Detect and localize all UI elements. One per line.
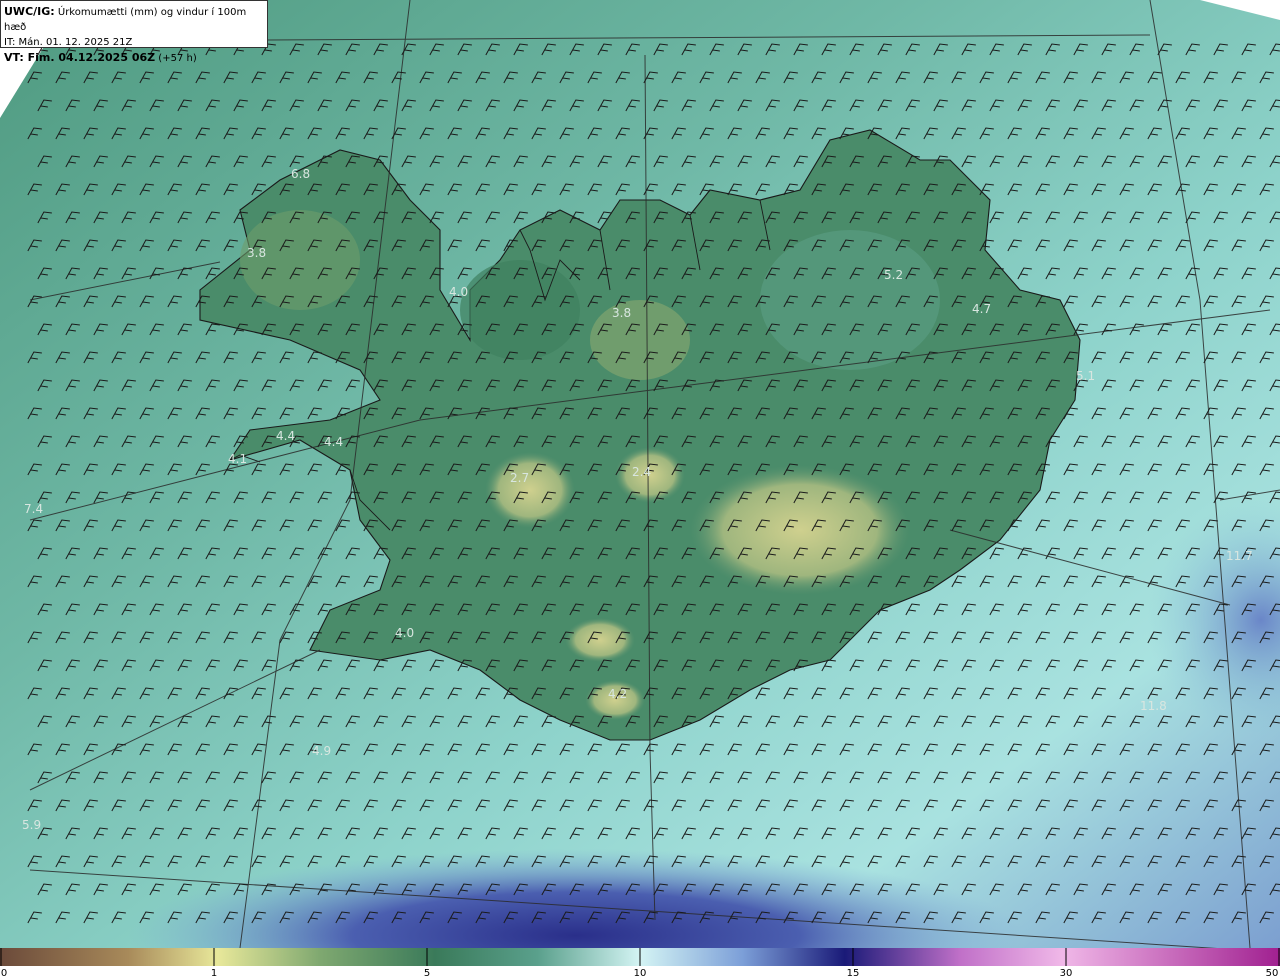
value-label: 4.4 [324, 435, 343, 449]
colorbar: 0 1 5 10 15 30 50 [0, 948, 1280, 978]
map-info-box: UWC/IG: Úrkomumætti (mm) og vindur í 100… [0, 0, 268, 64]
value-label: 3.8 [247, 246, 266, 260]
colorbar-tick: 10 [634, 968, 647, 978]
value-label: 4.1 [228, 452, 247, 466]
value-label: 11.8 [1140, 699, 1167, 713]
model-name: UWC/IG: [4, 5, 55, 18]
value-label: 5.2 [884, 268, 903, 282]
value-label: 3.8 [612, 306, 631, 320]
map-title-line: UWC/IG: Úrkomumætti (mm) og vindur í 100… [4, 4, 264, 35]
value-label: 2.7 [510, 471, 529, 485]
lead-time: (+57 h) [158, 53, 197, 64]
value-label: 5.1 [1076, 369, 1095, 383]
colorbar-tick: 30 [1060, 968, 1073, 978]
value-label: 11.7 [1226, 549, 1253, 563]
value-label: 7.4 [24, 502, 43, 516]
valid-time: VT: Fim. 04.12.2025 06Z [4, 51, 156, 64]
init-time: IT: Mán. 01. 12. 2025 21Z [4, 37, 133, 48]
value-label: 4.7 [972, 302, 991, 316]
colorbar-tick: 5 [424, 968, 430, 978]
value-label: 4.0 [395, 626, 414, 640]
value-label: 4.4 [276, 429, 295, 443]
colorbar-tick: 15 [847, 968, 860, 978]
value-label: 4.2 [608, 687, 627, 701]
value-label: 2.4 [632, 465, 651, 479]
value-label: 4.9 [312, 744, 331, 758]
value-label: 6.8 [291, 167, 310, 181]
colorbar-tick: 50 [1266, 968, 1279, 978]
value-label: 4.0 [449, 285, 468, 299]
value-label: 5.9 [22, 818, 41, 832]
colorbar-tick: 0 [1, 968, 7, 978]
precipitation-wind-map: 6.8 3.8 4.0 3.8 5.2 4.7 5.1 4.4 4.4 4.1 … [0, 0, 1280, 948]
valid-time-line: VT: Fim. 04.12.2025 06Z (+57 h) [4, 50, 264, 66]
colorbar-tick: 1 [211, 968, 217, 978]
